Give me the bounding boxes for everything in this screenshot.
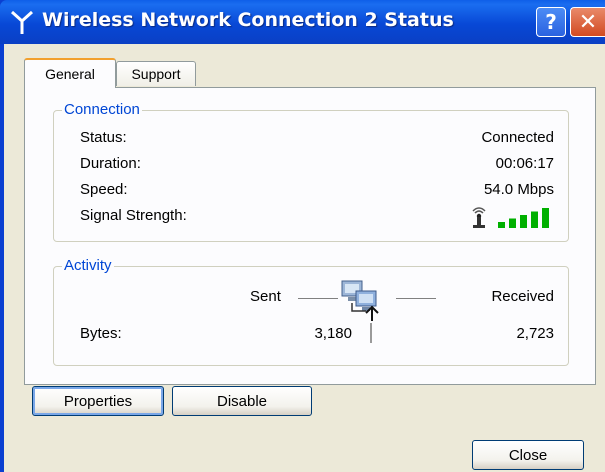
properties-button[interactable]: Properties xyxy=(32,386,164,416)
received-connector-line xyxy=(396,298,436,299)
duration-label: Duration: xyxy=(80,155,141,172)
sent-connector-line xyxy=(298,298,338,299)
title-bar[interactable]: Wireless Network Connection 2 Status ? ✕ xyxy=(0,0,605,44)
signal-bar xyxy=(542,208,549,228)
signal-bar xyxy=(498,222,505,228)
bytes-received-value: 2,723 xyxy=(516,325,554,342)
dialog-client-area: General Support Connection Status: Conne… xyxy=(4,44,605,472)
connection-legend: Connection xyxy=(62,101,142,118)
signal-bar xyxy=(509,218,516,228)
title-close-button[interactable]: ✕ xyxy=(570,7,605,37)
sent-label: Sent xyxy=(250,288,281,305)
activity-group: Activity Sent Received Bytes: 3,180 2,72… xyxy=(53,257,569,366)
bytes-sent-value: 3,180 xyxy=(314,325,352,342)
status-value: Connected xyxy=(481,129,554,146)
signal-strength-icon xyxy=(472,207,549,228)
activity-divider xyxy=(370,323,372,343)
window-title: Wireless Network Connection 2 Status xyxy=(42,9,454,31)
signal-antenna-icon xyxy=(472,207,486,228)
connection-group: Connection Status: Connected Duration: 0… xyxy=(53,101,569,242)
status-label: Status: xyxy=(80,129,127,146)
tab-support[interactable]: Support xyxy=(116,61,196,86)
wireless-antenna-icon xyxy=(10,10,34,34)
dialog-window: Wireless Network Connection 2 Status ? ✕… xyxy=(0,0,605,472)
signal-bar xyxy=(531,211,538,228)
signal-strength-label: Signal Strength: xyxy=(80,207,187,224)
bytes-label: Bytes: xyxy=(80,325,122,342)
speed-label: Speed: xyxy=(80,181,128,198)
duration-value: 00:06:17 xyxy=(495,155,554,172)
general-tab-panel: Connection Status: Connected Duration: 0… xyxy=(24,87,596,385)
help-button[interactable]: ? xyxy=(536,7,566,37)
close-button[interactable]: Close xyxy=(472,440,584,470)
network-computers-icon xyxy=(341,280,379,321)
received-label: Received xyxy=(491,288,554,305)
activity-legend: Activity xyxy=(62,257,114,274)
signal-bar xyxy=(520,215,527,228)
disable-button[interactable]: Disable xyxy=(172,386,312,416)
tab-general[interactable]: General xyxy=(24,58,116,88)
speed-value: 54.0 Mbps xyxy=(483,181,554,198)
